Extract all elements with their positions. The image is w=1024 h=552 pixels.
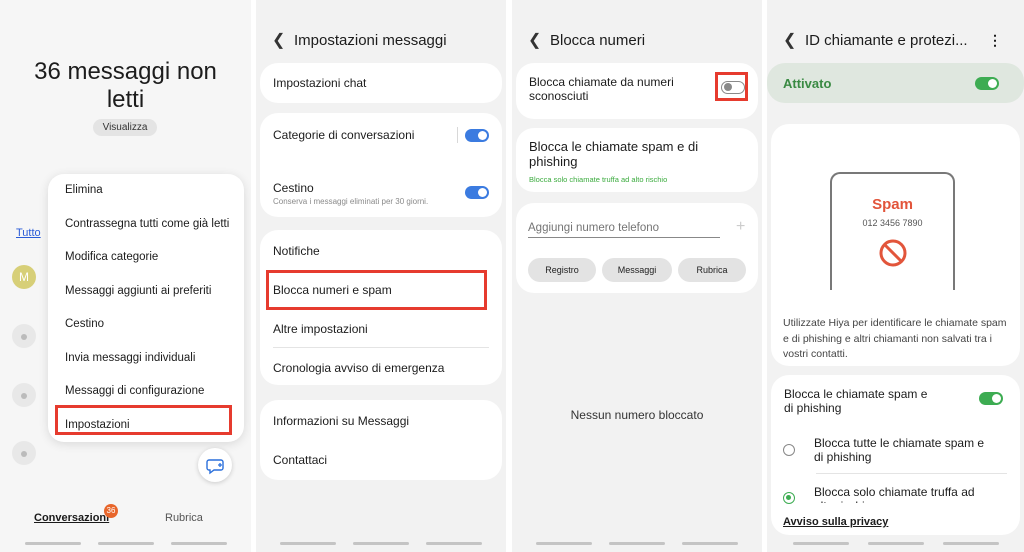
back-icon[interactable]: ❮ [272,30,294,50]
info-card: Spam 012 3456 7890 Utilizzate Hiya per i… [771,124,1020,366]
trash-subtitle: Conserva i messaggi eliminati per 30 gio… [273,197,429,206]
avatar: M [12,265,36,289]
trash-label: Cestino [273,181,314,195]
messages-list-screen: 36 messaggi non letti Visualizza Tutto M… [0,0,251,552]
unread-title: 36 messaggi non letti [34,58,217,113]
block-numbers-screen: ❮ Blocca numeri Blocca chiamate da numer… [512,0,762,552]
highlight-box [266,270,487,310]
system-nav-bar [0,542,251,545]
unread-badge: 36 [104,504,118,518]
phone-illustration: Spam 012 3456 7890 [830,172,955,290]
categories-toggle[interactable] [465,129,489,142]
contact-us-item[interactable]: Contattaci [260,453,340,467]
empty-state-text: Nessun numero bloccato [570,408,704,422]
system-nav-bar [767,542,1024,545]
page-title: Impostazioni messaggi [294,31,447,49]
highlight-box [55,405,232,435]
add-icon[interactable]: + [736,218,745,236]
enabled-label: Attivato [783,76,832,91]
block-spam-subtitle: Blocca solo chiamate truffa ad alto risc… [529,175,668,184]
compose-button[interactable] [198,448,232,482]
block-spam-item[interactable]: Blocca le chiamate spam e di phishing Bl… [516,139,716,187]
header: ❮ ID chiamante e protezi... ⋮ [783,30,1014,50]
compose-icon [206,459,224,475]
chat-settings-item[interactable]: Impostazioni chat [260,63,502,103]
system-nav-bar [512,542,762,545]
menu-item-mark-all-read[interactable]: Contrassegna tutti come già letti [48,208,244,242]
menu-item-edit-categories[interactable]: Modifica categorie [48,241,244,275]
block-spam-label: Blocca le chiamate spam e di phishing [784,387,928,415]
block-icon [879,239,907,267]
trash-toggle[interactable] [465,186,489,199]
view-button[interactable]: Visualizza [93,119,157,136]
block-spam-title: Blocca le chiamate spam e di phishing [529,139,699,169]
block-spam-toggle[interactable] [979,392,1003,405]
emergency-history-item[interactable]: Cronologia avviso di emergenza [260,361,457,375]
radio-block-risky[interactable] [783,492,795,504]
page-title: Blocca numeri [550,31,646,49]
menu-item-config-messages[interactable]: Messaggi di configurazione [48,375,244,409]
block-unknown-label: Blocca chiamate da numeri sconosciuti [529,75,674,103]
divider [457,127,458,143]
contacts-chip[interactable]: Rubrica [678,258,746,282]
filter-all-tab[interactable]: Tutto [16,227,41,239]
menu-item-starred[interactable]: Messaggi aggiunti ai preferiti [48,275,244,309]
system-nav-bar [256,542,506,545]
log-chip[interactable]: Registro [528,258,596,282]
avatar-placeholder-icon [12,441,36,465]
menu-item-send-individual[interactable]: Invia messaggi individuali [48,342,244,376]
trash-item[interactable]: Cestino Conserva i messaggi eliminati pe… [260,181,441,206]
option-block-risky[interactable]: Blocca solo chiamate truffa ad alto risc… [801,485,1001,503]
add-number-input[interactable] [528,218,720,238]
back-icon[interactable]: ❮ [783,30,805,50]
tab-contacts[interactable]: Rubrica [165,512,203,524]
more-options-icon[interactable]: ⋮ [988,32,1002,49]
options-card: Blocca le chiamate spam e di phishing Bl… [771,375,1020,535]
settings-card: Categorie di conversazioni Cestino Conse… [260,113,502,217]
enabled-toggle[interactable] [975,77,999,90]
avatar-placeholder-icon [12,383,36,407]
settings-card: Impostazioni chat [260,63,502,103]
avatar-placeholder-icon [12,324,36,348]
page-title: ID chiamante e protezi... [805,31,968,49]
settings-card: Informazioni su Messaggi Contattaci [260,400,502,480]
message-settings-screen: ❮ Impostazioni messaggi Impostazioni cha… [256,0,506,552]
highlight-box [715,72,748,101]
spam-number: 012 3456 7890 [862,218,923,228]
back-icon[interactable]: ❮ [528,30,550,50]
enabled-bar: Attivato [767,63,1024,103]
divider [273,347,489,348]
overflow-menu: Elimina Contrassegna tutti come già lett… [48,174,244,442]
other-settings-item[interactable]: Altre impostazioni [260,322,381,336]
description-text: Utilizzate Hiya per identificare le chia… [783,317,1007,360]
settings-card: Blocca le chiamate spam e di phishing Bl… [516,128,758,192]
radio-block-all[interactable] [783,444,795,456]
header: ❮ Blocca numeri [528,30,752,50]
avatar-letter: M [19,270,29,284]
menu-item-trash[interactable]: Cestino [48,308,244,342]
privacy-link[interactable]: Avviso sulla privacy [783,516,889,528]
spam-label: Spam [872,196,913,213]
caller-id-screen: ❮ ID chiamante e protezi... ⋮ Attivato S… [767,0,1024,552]
option-block-all[interactable]: Blocca tutte le chiamate spam e di phish… [801,436,1001,464]
about-messages-item[interactable]: Informazioni su Messaggi [260,414,422,428]
categories-item[interactable]: Categorie di conversazioni [260,128,427,142]
menu-item-delete[interactable]: Elimina [48,174,244,208]
header: ❮ Impostazioni messaggi [272,30,496,50]
tab-conversations[interactable]: Conversazioni [34,512,109,524]
divider [816,473,1007,474]
messages-chip[interactable]: Messaggi [602,258,672,282]
notifications-item[interactable]: Notifiche [260,244,333,258]
